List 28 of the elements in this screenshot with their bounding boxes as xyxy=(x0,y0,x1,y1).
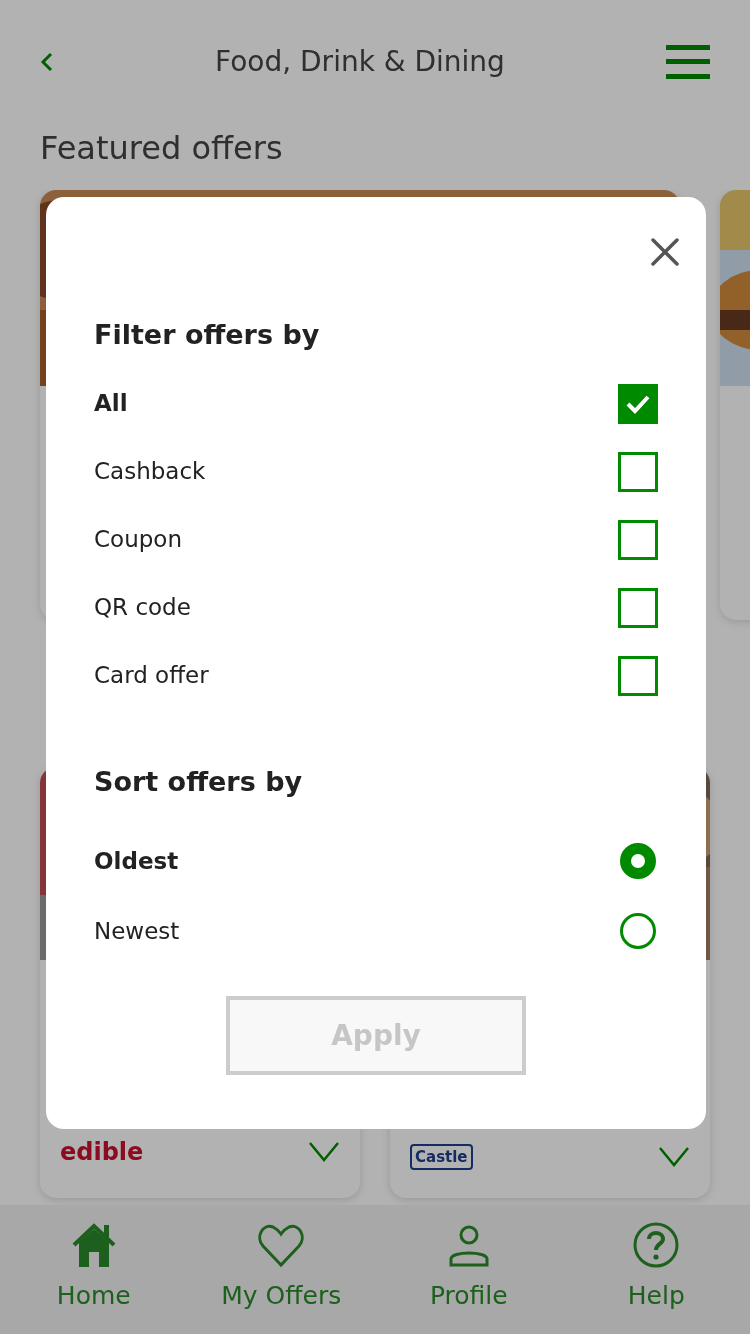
section-heading: Featured offers xyxy=(40,128,284,169)
checkbox[interactable] xyxy=(618,519,658,560)
close-button[interactable] xyxy=(648,235,682,269)
page-title: Food, Drink & Dining xyxy=(215,44,505,80)
checkbox[interactable] xyxy=(618,655,658,696)
back-icon[interactable] xyxy=(40,51,54,73)
option-label: Oldest xyxy=(94,846,179,876)
checkbox[interactable] xyxy=(618,383,658,424)
brand-logo: edible xyxy=(60,1137,144,1168)
brand-logo: Castle xyxy=(410,1143,473,1170)
nav-tab[interactable]: Help xyxy=(576,1205,737,1334)
nav-tab[interactable]: Profile xyxy=(388,1205,549,1334)
option-label: Cashback xyxy=(94,457,206,487)
option-label: QR code xyxy=(94,593,191,623)
menu-icon[interactable] xyxy=(666,44,710,80)
option-label: Card offer xyxy=(94,661,209,691)
radio-button[interactable] xyxy=(620,843,656,879)
help-icon xyxy=(632,1221,681,1269)
option-label: All xyxy=(94,389,128,419)
nav-tab[interactable]: Home xyxy=(13,1205,174,1334)
section-heading: Filter offers by xyxy=(94,318,321,352)
checkbox[interactable] xyxy=(618,587,658,628)
checkbox[interactable] xyxy=(618,451,658,492)
option-label: Newest xyxy=(94,916,180,946)
radio-button[interactable] xyxy=(620,913,656,949)
nav-tab[interactable]: My Offers xyxy=(201,1205,362,1334)
option-label: Coupon xyxy=(94,525,182,555)
section-heading: Sort offers by xyxy=(94,764,304,799)
